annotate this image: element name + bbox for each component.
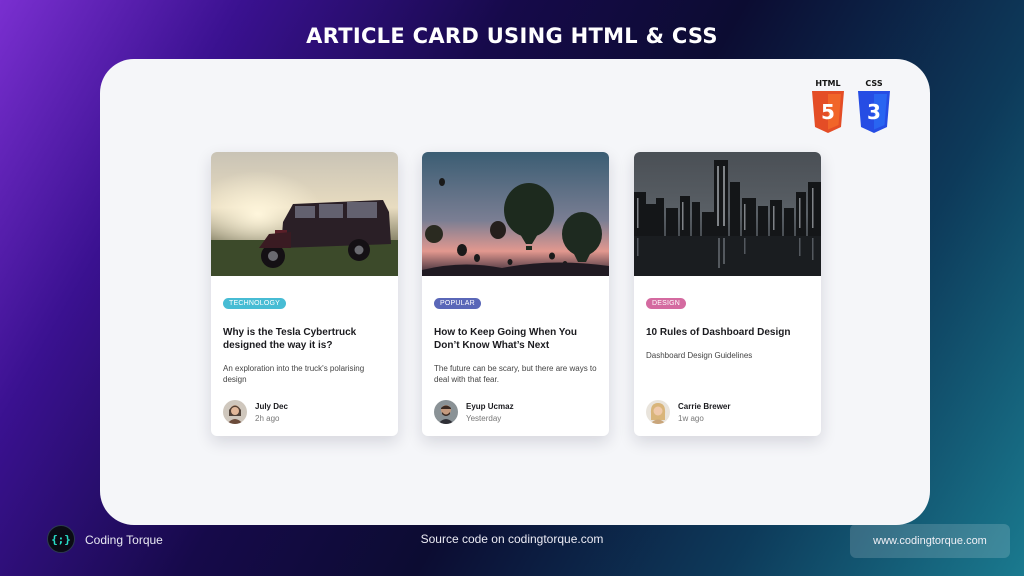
card-body: POPULAR How to Keep Going When You Don’t… <box>422 276 609 436</box>
css-badge-label: CSS <box>865 79 883 88</box>
tag-badge: DESIGN <box>646 298 687 309</box>
card-title[interactable]: 10 Rules of Dashboard Design <box>646 326 809 339</box>
card-body: DESIGN 10 Rules of Dashboard Design Dash… <box>634 276 821 436</box>
card-description: An exploration into the truck's polarisi… <box>223 364 365 384</box>
author-time: Yesterday <box>466 413 502 423</box>
avatar <box>223 400 247 424</box>
tag-badge: POPULAR <box>434 298 481 309</box>
css3-icon: 3 <box>858 91 890 133</box>
css3-digit: 3 <box>867 100 881 124</box>
website-link-button[interactable]: www.codingtorque.com <box>850 524 1010 558</box>
html5-digit: 5 <box>821 100 835 124</box>
page-title: ARTICLE CARD USING HTML & CSS <box>306 24 718 48</box>
html-badge-label: HTML <box>815 79 841 88</box>
vintage-jeep-photo <box>211 152 398 276</box>
card-author: Eyup Ucmaz Yesterday <box>434 400 514 424</box>
card-body: TECHNOLOGY Why is the Tesla Cybertruck d… <box>211 276 398 436</box>
author-name: Carrie Brewer <box>678 401 731 411</box>
avatar <box>434 400 458 424</box>
article-card-popular[interactable]: POPULAR How to Keep Going When You Don’t… <box>422 152 609 436</box>
card-author: Carrie Brewer 1w ago <box>646 400 730 424</box>
content-panel: HTML 5 CSS 3 TECHNOLOGY Why is the Tesla… <box>100 59 930 525</box>
avatar <box>646 400 670 424</box>
article-card-design[interactable]: DESIGN 10 Rules of Dashboard Design Dash… <box>634 152 821 436</box>
tech-badges: HTML 5 CSS 3 <box>810 79 892 133</box>
hot-air-balloons-photo <box>422 152 609 276</box>
html5-badge: HTML 5 <box>810 79 846 133</box>
tag-badge: TECHNOLOGY <box>223 298 287 309</box>
css3-badge: CSS 3 <box>856 79 892 133</box>
article-card-technology[interactable]: TECHNOLOGY Why is the Tesla Cybertruck d… <box>211 152 398 436</box>
card-author: July Dec 2h ago <box>223 400 288 424</box>
card-description: The future can be scary, but there are w… <box>434 364 597 384</box>
author-name: July Dec <box>255 401 288 411</box>
card-title[interactable]: How to Keep Going When You Don’t Know Wh… <box>434 326 597 352</box>
author-name: Eyup Ucmaz <box>466 401 514 411</box>
city-skyline-photo <box>634 152 821 276</box>
html5-icon: 5 <box>812 91 844 133</box>
card-title[interactable]: Why is the Tesla Cybertruck designed the… <box>223 326 386 352</box>
author-time: 1w ago <box>678 413 704 423</box>
author-time: 2h ago <box>255 413 280 423</box>
card-description: Dashboard Design Guidelines <box>646 351 753 360</box>
